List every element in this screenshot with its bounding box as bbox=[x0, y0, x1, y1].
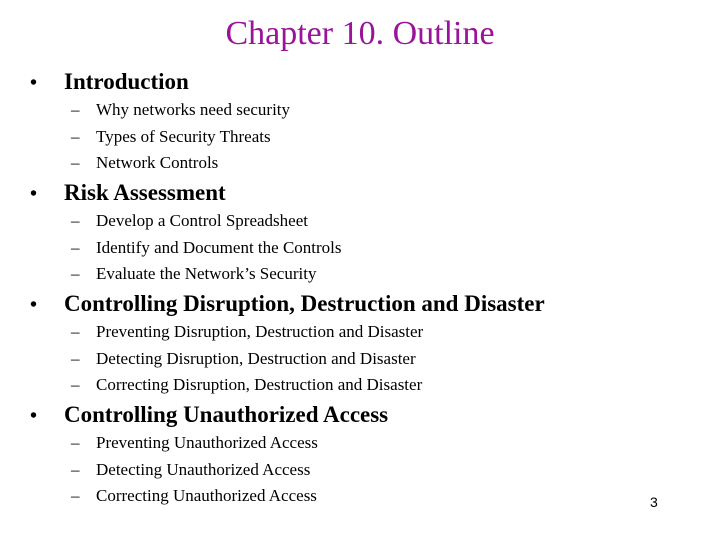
subitem: – Types of Security Threats bbox=[30, 124, 290, 151]
subitem: – Preventing Disruption, Destruction and … bbox=[30, 319, 545, 346]
section-label: Controlling Disruption, Destruction and … bbox=[64, 291, 545, 316]
section-heading: • Introduction bbox=[30, 68, 290, 97]
section-label: Introduction bbox=[64, 69, 189, 94]
dash-icon: – bbox=[71, 375, 80, 394]
dash-icon: – bbox=[71, 153, 80, 172]
subitem-label: Why networks need security bbox=[96, 100, 291, 119]
subitem-label: Correcting Disruption, Destruction and D… bbox=[96, 375, 423, 394]
subitem: – Evaluate the Network’s Security bbox=[30, 261, 342, 288]
outline-section: • Controlling Disruption, Destruction and… bbox=[30, 290, 545, 399]
section-heading: • Risk Assessment bbox=[30, 179, 342, 208]
subitem-label: Preventing Disruption, Destruction and D… bbox=[96, 322, 424, 341]
dash-icon: – bbox=[71, 126, 80, 146]
dash-icon: – bbox=[71, 211, 80, 230]
section-label: Risk Assessment bbox=[64, 180, 226, 205]
subitem: – Detecting Unauthorized Access bbox=[30, 457, 388, 484]
subitem: – Correcting Unauthorized Access bbox=[30, 483, 388, 510]
subitem: – Develop a Control Spreadsheet bbox=[30, 208, 342, 235]
outline-section: • Risk Assessment – Develop a Control Spre… bbox=[30, 179, 342, 288]
subitem-label: Identify and Document the Controls bbox=[96, 237, 342, 257]
bullet-icon: • bbox=[30, 183, 38, 205]
bullet-icon: • bbox=[30, 72, 38, 94]
section-heading: • Controlling Unauthorized Access bbox=[30, 401, 388, 430]
dash-icon: – bbox=[71, 237, 80, 257]
subitem-label: Develop a Control Spreadsheet bbox=[96, 211, 308, 230]
page-number: 3 bbox=[650, 494, 658, 510]
dash-icon: – bbox=[71, 100, 80, 119]
subitem: – Identify and Document the Controls bbox=[30, 235, 342, 262]
section-label: Controlling Unauthorized Access bbox=[64, 402, 389, 427]
section-heading: • Controlling Disruption, Destruction and… bbox=[30, 290, 545, 319]
subitem: – Correcting Disruption, Destruction and … bbox=[30, 372, 545, 399]
subitem-label: Network Controls bbox=[96, 153, 219, 172]
outline-section: • Introduction – Why networks need securit… bbox=[30, 68, 290, 177]
outline-section: • Controlling Unauthorized Access – Preven… bbox=[30, 401, 388, 510]
subitem-label: Correcting Unauthorized Access bbox=[96, 486, 317, 505]
subitem: – Detecting Disruption, Destruction and D… bbox=[30, 346, 545, 373]
dash-icon: – bbox=[71, 433, 80, 452]
slide-title: Chapter 10. Outline bbox=[225, 15, 495, 52]
subitem-label: Preventing Unauthorized Access bbox=[96, 433, 318, 452]
dash-icon: – bbox=[71, 459, 80, 479]
dash-icon: – bbox=[71, 486, 80, 505]
dash-icon: – bbox=[71, 322, 80, 341]
dash-icon: – bbox=[71, 264, 80, 283]
subitem: – Preventing Unauthorized Access bbox=[30, 430, 388, 457]
subitem-label: Types of Security Threats bbox=[96, 126, 271, 146]
subitem-label: Detecting Unauthorized Access bbox=[96, 459, 311, 479]
subitem: – Network Controls bbox=[30, 150, 290, 177]
bullet-icon: • bbox=[30, 405, 38, 427]
subitem: – Why networks need security bbox=[30, 97, 290, 124]
bullet-icon: • bbox=[30, 294, 38, 316]
dash-icon: – bbox=[71, 348, 80, 368]
subitem-label: Evaluate the Network’s Security bbox=[96, 264, 317, 283]
subitem-label: Detecting Disruption, Destruction and Di… bbox=[96, 348, 416, 368]
